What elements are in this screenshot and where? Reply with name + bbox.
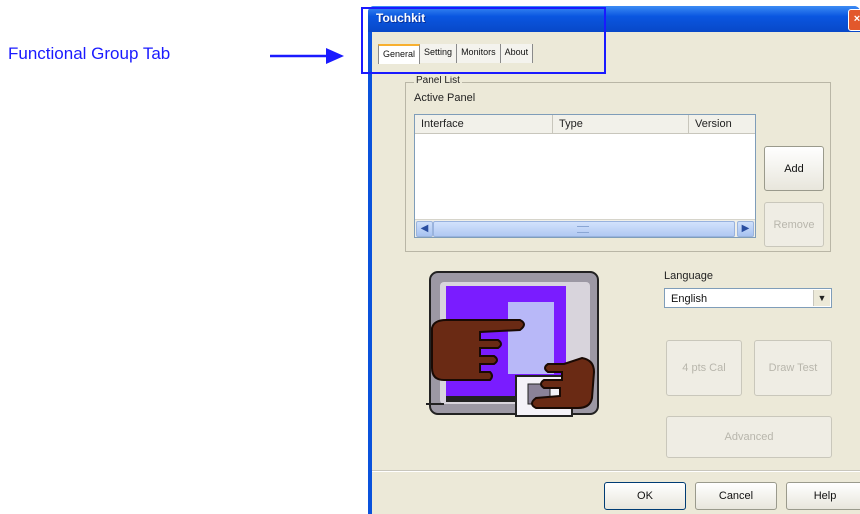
- bottom-separator: [372, 470, 860, 472]
- tab-strip: General Setting Monitors About: [378, 44, 534, 64]
- touchkit-dialog: Touchkit × General Setting Monitors Abou…: [368, 6, 860, 514]
- annotation-label: Functional Group Tab: [8, 44, 171, 63]
- advanced-button[interactable]: Advanced: [666, 416, 832, 458]
- scroll-right-icon[interactable]: ▶: [737, 221, 754, 237]
- close-button[interactable]: ×: [848, 9, 860, 31]
- window-title: Touchkit: [376, 11, 426, 25]
- language-selected-value: English: [671, 293, 708, 305]
- active-panel-label: Active Panel: [414, 92, 476, 104]
- annotation-arrow-icon: [270, 48, 344, 64]
- language-select[interactable]: English ▼: [664, 288, 832, 308]
- dialog-client-area: General Setting Monitors About Panel Lis…: [372, 32, 860, 514]
- help-button[interactable]: Help: [786, 482, 860, 510]
- four-pts-cal-button[interactable]: 4 pts Cal: [666, 340, 742, 396]
- list-header: Interface Type Version: [415, 115, 755, 134]
- cancel-button[interactable]: Cancel: [695, 482, 777, 510]
- column-header-version[interactable]: Version: [689, 115, 749, 133]
- scroll-thumb[interactable]: [433, 221, 735, 237]
- column-header-interface[interactable]: Interface: [415, 115, 553, 133]
- remove-button[interactable]: Remove: [764, 202, 824, 247]
- scroll-grip-icon: [577, 226, 589, 233]
- language-label: Language: [664, 270, 713, 282]
- title-bar[interactable]: Touchkit ×: [368, 6, 860, 32]
- tab-setting[interactable]: Setting: [420, 44, 458, 63]
- ok-button[interactable]: OK: [604, 482, 686, 510]
- add-button[interactable]: Add: [764, 146, 824, 191]
- tab-general[interactable]: General: [378, 44, 421, 64]
- dropdown-arrow-icon[interactable]: ▼: [813, 290, 830, 306]
- tab-about[interactable]: About: [500, 44, 534, 63]
- tab-monitors[interactable]: Monitors: [457, 44, 501, 63]
- scroll-left-icon[interactable]: ◀: [416, 221, 433, 237]
- draw-test-button[interactable]: Draw Test: [754, 340, 832, 396]
- column-header-type[interactable]: Type: [553, 115, 689, 133]
- horizontal-scrollbar[interactable]: ◀ ▶: [415, 219, 755, 237]
- panel-list-view[interactable]: Interface Type Version ◀ ▶: [414, 114, 756, 238]
- touch-screen-hands-icon: [426, 271, 599, 417]
- panel-list-group-title: Panel List: [414, 76, 462, 84]
